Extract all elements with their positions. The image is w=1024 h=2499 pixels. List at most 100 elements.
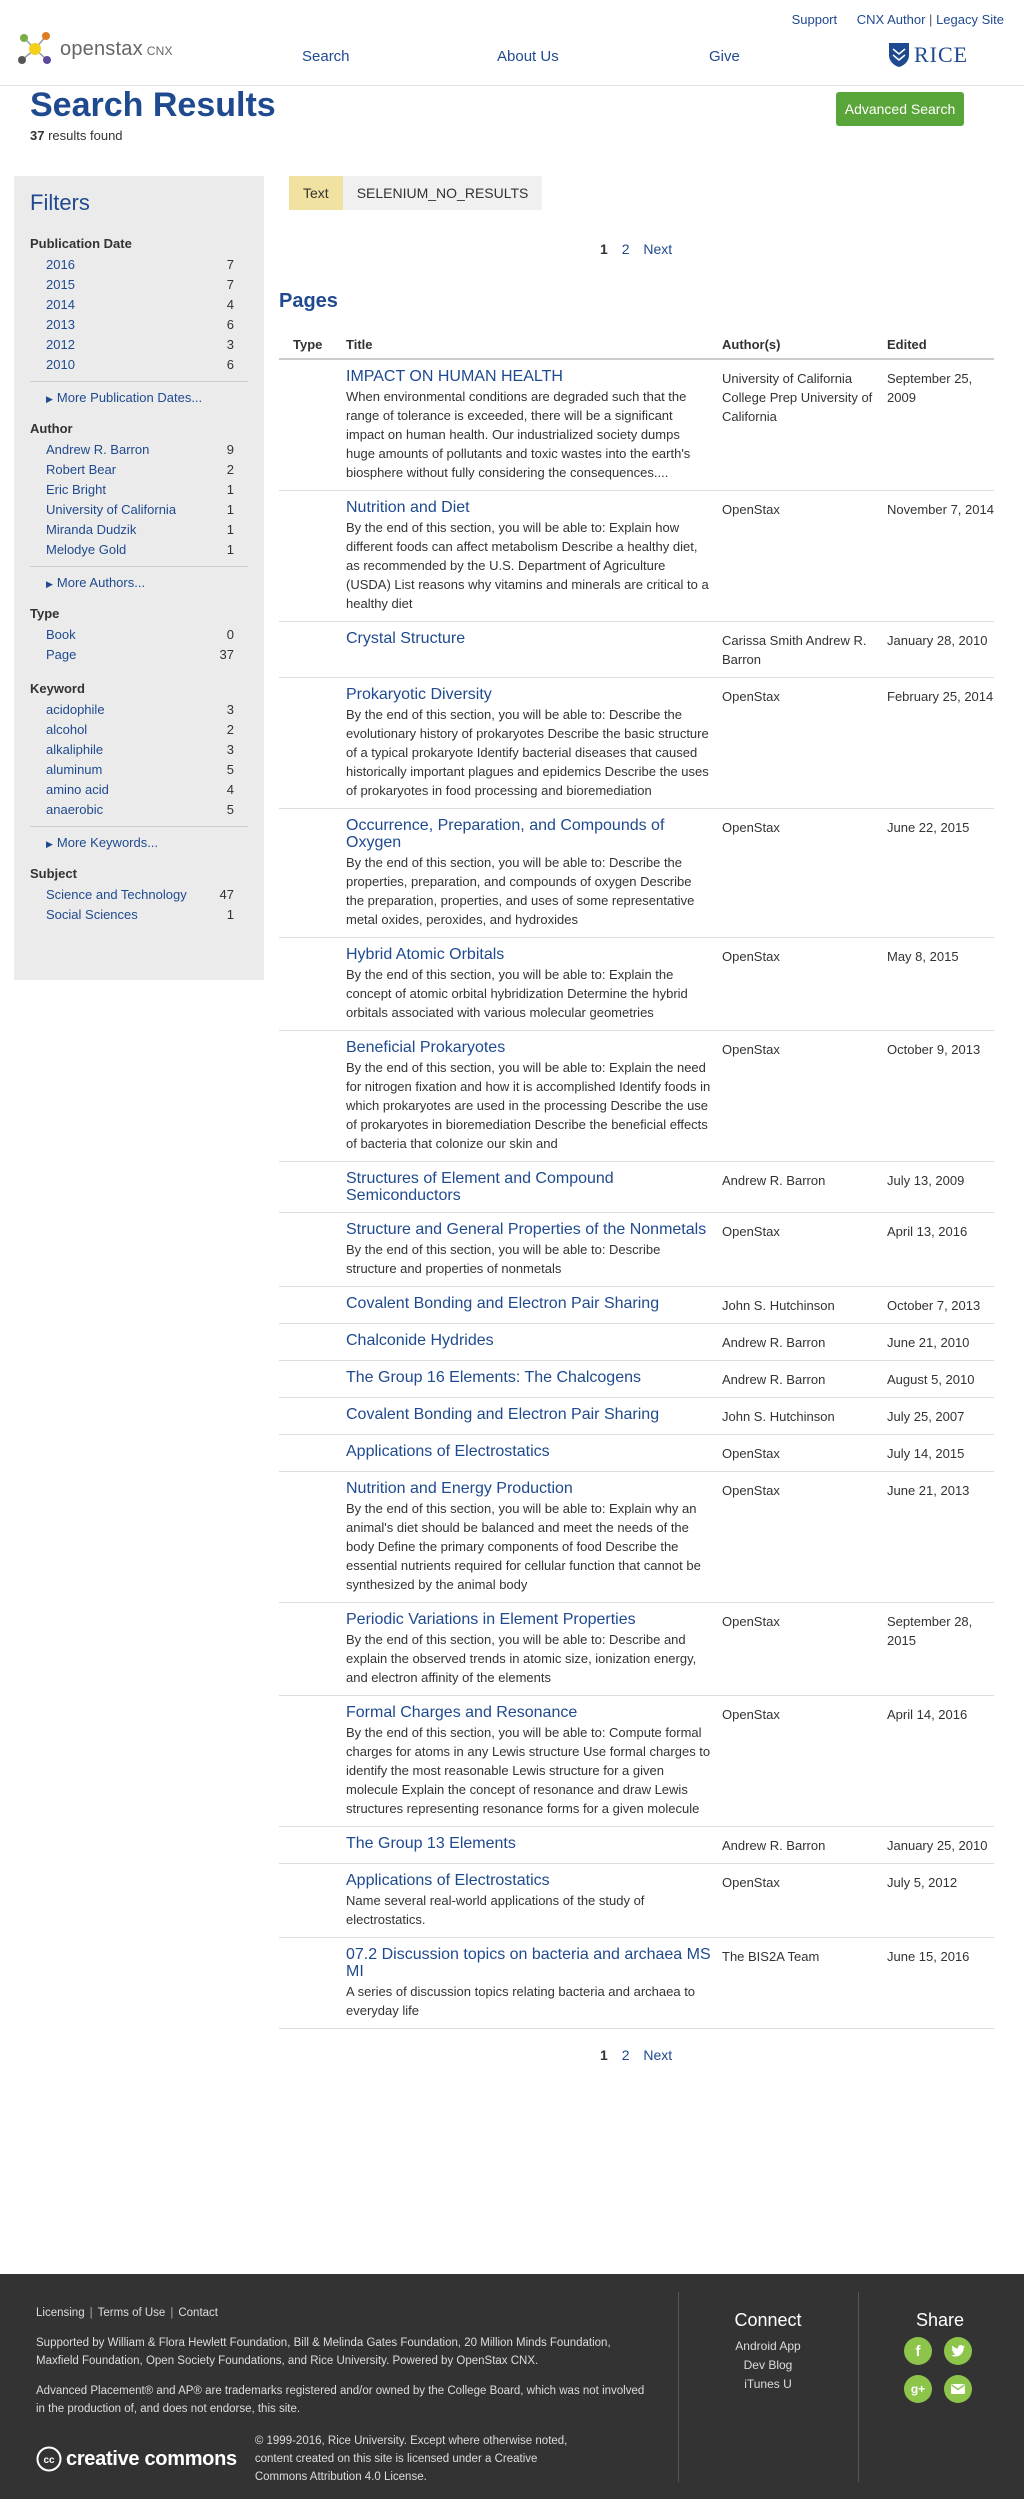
terms-link[interactable]: Terms of Use — [98, 2307, 166, 2319]
filter-option-label[interactable]: alcohol — [46, 720, 87, 740]
filter-option[interactable]: alkaliphile 3 — [30, 740, 248, 760]
openstax-logo[interactable]: openstax CNX — [16, 30, 173, 68]
filter-option-label[interactable]: Social Sciences — [46, 905, 138, 925]
filter-option-label[interactable]: 2014 — [46, 295, 75, 315]
result-title-link[interactable]: Occurrence, Preparation, and Compounds o… — [346, 817, 712, 851]
filter-option-label[interactable]: 2012 — [46, 335, 75, 355]
filter-option-label[interactable]: Andrew R. Barron — [46, 440, 149, 460]
result-title-link[interactable]: Chalconide Hydrides — [346, 1332, 712, 1349]
filter-option[interactable]: 2014 4 — [30, 295, 248, 315]
itunes-u-link[interactable]: iTunes U — [744, 2377, 792, 2391]
filter-option[interactable]: acidophile 3 — [30, 700, 248, 720]
filter-option[interactable]: Robert Bear 2 — [30, 460, 248, 480]
email-icon[interactable] — [944, 2375, 972, 2403]
result-title-link[interactable]: Structure and General Properties of the … — [346, 1221, 712, 1238]
result-title-link[interactable]: Prokaryotic Diversity — [346, 686, 712, 703]
cnx-author-link[interactable]: CNX Author — [857, 12, 926, 27]
filter-option-label[interactable]: University of California — [46, 500, 176, 520]
creative-commons-logo[interactable]: cc creative commons — [36, 2446, 237, 2472]
result-edited-date: July 14, 2015 — [887, 1446, 965, 1461]
nav-give[interactable]: Give — [709, 48, 740, 65]
filter-option-label[interactable]: Melodye Gold — [46, 540, 126, 560]
legacy-site-link[interactable]: Legacy Site — [936, 12, 1004, 27]
more-filter-link[interactable]: ▶ More Keywords... — [30, 826, 248, 854]
android-app-link[interactable]: Android App — [735, 2339, 800, 2353]
filter-option-label[interactable]: Robert Bear — [46, 460, 116, 480]
filter-option[interactable]: 2013 6 — [30, 315, 248, 335]
result-title-link[interactable]: Nutrition and Energy Production — [346, 1480, 712, 1497]
filter-option-label[interactable]: anaerobic — [46, 800, 103, 820]
filter-option[interactable]: 2016 7 — [30, 255, 248, 275]
result-title-link[interactable]: The Group 16 Elements: The Chalcogens — [346, 1369, 712, 1386]
search-field-text-tab[interactable]: Text — [289, 176, 343, 210]
col-title[interactable]: Title — [346, 337, 722, 352]
filter-option[interactable]: Andrew R. Barron 9 — [30, 440, 248, 460]
filter-option[interactable]: Miranda Dudzik 1 — [30, 520, 248, 540]
result-title-link[interactable]: Formal Charges and Resonance — [346, 1704, 712, 1721]
col-type[interactable]: Type — [279, 337, 346, 352]
filter-option[interactable]: amino acid 4 — [30, 780, 248, 800]
facebook-icon[interactable]: f — [904, 2337, 932, 2365]
filter-option-label[interactable]: acidophile — [46, 700, 105, 720]
dev-blog-link[interactable]: Dev Blog — [744, 2358, 793, 2372]
filter-option[interactable]: Book 0 — [30, 625, 248, 645]
filter-option-label[interactable]: Eric Bright — [46, 480, 106, 500]
result-title-link[interactable]: Covalent Bonding and Electron Pair Shari… — [346, 1406, 712, 1423]
filter-option[interactable]: Page 37 — [30, 645, 248, 665]
result-title-link[interactable]: Crystal Structure — [346, 630, 712, 647]
filter-option[interactable]: anaerobic 5 — [30, 800, 248, 820]
filter-option-label[interactable]: 2016 — [46, 255, 75, 275]
filter-option-label[interactable]: alkaliphile — [46, 740, 103, 760]
result-title-link[interactable]: Structures of Element and Compound Semic… — [346, 1170, 712, 1204]
next-page-link[interactable]: Next — [643, 241, 672, 257]
google-plus-icon[interactable]: g+ — [904, 2375, 932, 2403]
filter-option-label[interactable]: 2015 — [46, 275, 75, 295]
filter-option-label[interactable]: 2010 — [46, 355, 75, 375]
result-title-link[interactable]: Covalent Bonding and Electron Pair Shari… — [346, 1295, 712, 1312]
filter-option[interactable]: Eric Bright 1 — [30, 480, 248, 500]
more-filter-link[interactable]: ▶ More Publication Dates... — [30, 381, 248, 409]
filter-option-label[interactable]: aluminum — [46, 760, 102, 780]
filter-option-label[interactable]: Miranda Dudzik — [46, 520, 136, 540]
col-edited[interactable]: Edited — [887, 337, 994, 352]
result-title-link[interactable]: Applications of Electrostatics — [346, 1872, 712, 1889]
result-title-link[interactable]: Beneficial Prokaryotes — [346, 1039, 712, 1056]
support-link[interactable]: Support — [792, 12, 838, 27]
result-title-link[interactable]: Hybrid Atomic Orbitals — [346, 946, 712, 963]
next-page-link[interactable]: Next — [643, 2047, 672, 2063]
filter-option[interactable]: 2015 7 — [30, 275, 248, 295]
filter-option[interactable]: Melodye Gold 1 — [30, 540, 248, 560]
result-title-link[interactable]: Applications of Electrostatics — [346, 1443, 712, 1460]
advanced-search-button[interactable]: Advanced Search — [836, 92, 964, 126]
nav-search[interactable]: Search — [302, 48, 350, 65]
rice-logo[interactable]: RICE — [888, 42, 968, 68]
licensing-link[interactable]: Licensing — [36, 2307, 85, 2319]
contact-link[interactable]: Contact — [178, 2307, 218, 2319]
result-title-link[interactable]: IMPACT ON HUMAN HEALTH — [346, 368, 712, 385]
search-term-tag[interactable]: SELENIUM_NO_RESULTS — [342, 176, 543, 210]
page-2-link[interactable]: 2 — [622, 241, 630, 257]
result-title-link[interactable]: Periodic Variations in Element Propertie… — [346, 1611, 712, 1628]
filter-option[interactable]: Science and Technology 47 — [30, 885, 248, 905]
twitter-icon[interactable] — [944, 2337, 972, 2365]
col-authors[interactable]: Author(s) — [722, 337, 887, 352]
filter-option[interactable]: 2010 6 — [30, 355, 248, 375]
filter-option-label[interactable]: Page — [46, 645, 76, 665]
more-filter-link[interactable]: ▶ More Authors... — [30, 566, 248, 594]
filter-option[interactable]: aluminum 5 — [30, 760, 248, 780]
result-title-link[interactable]: The Group 13 Elements — [346, 1835, 712, 1852]
filter-option-label[interactable]: 2013 — [46, 315, 75, 335]
nav-about-us[interactable]: About Us — [497, 48, 559, 65]
filter-option-count: 4 — [226, 297, 234, 312]
filter-option-label[interactable]: amino acid — [46, 780, 109, 800]
filter-option[interactable]: alcohol 2 — [30, 720, 248, 740]
result-title-link[interactable]: Nutrition and Diet — [346, 499, 712, 516]
filter-option-label[interactable]: Book — [46, 625, 76, 645]
filters-heading: Filters — [30, 190, 90, 215]
filter-option-label[interactable]: Science and Technology — [46, 885, 187, 905]
result-title-link[interactable]: 07.2 Discussion topics on bacteria and a… — [346, 1946, 712, 1980]
filter-option[interactable]: University of California 1 — [30, 500, 248, 520]
filter-option[interactable]: 2012 3 — [30, 335, 248, 355]
filter-option[interactable]: Social Sciences 1 — [30, 905, 248, 925]
page-2-link[interactable]: 2 — [622, 2047, 630, 2063]
